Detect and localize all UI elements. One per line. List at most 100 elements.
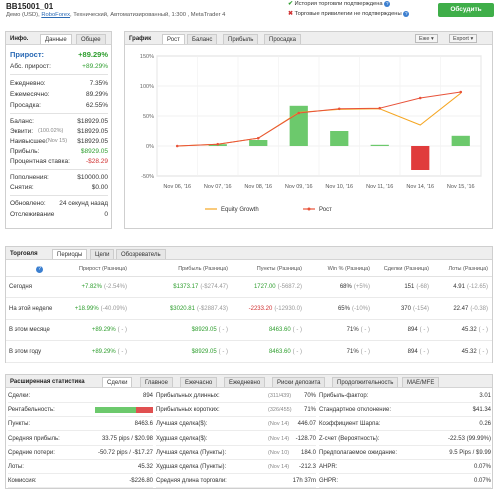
trading-row: На этой неделе +18.99% (-40.09%) $3020.81 (-…	[6, 299, 492, 320]
stats-note: (Nov 14)	[268, 464, 290, 470]
stats-value: 894	[142, 393, 153, 399]
trading-value-trades: 894	[407, 327, 418, 333]
x-tick-label: Nov 07, '16	[204, 184, 232, 190]
stats-row: Прибыльных длинных: (311/439) 70%	[156, 390, 316, 403]
trading-diff-win: ( - )	[360, 327, 370, 333]
trading-cell-growth: +89.29%( - )	[92, 327, 127, 333]
help-icon[interactable]: ?	[403, 11, 410, 17]
tab-deposit-risk[interactable]: Риски депозита	[272, 377, 326, 387]
stats-label: Прибыльных коротких:	[156, 407, 220, 414]
account-details: , Технический, Автоматизированный, 1:300…	[70, 12, 226, 18]
trading-cell-lots: 22.47 (-0.38)	[453, 306, 488, 312]
tab-info[interactable]: Инфо.	[6, 34, 32, 44]
tab-drawdown[interactable]: Просадка	[264, 34, 301, 44]
chevron-down-icon: ▾	[470, 36, 474, 42]
trading-cell-win: 71%( - )	[347, 349, 370, 355]
tab-goals[interactable]: Цели	[90, 249, 115, 259]
help-icon[interactable]: ?	[36, 266, 43, 273]
discuss-button[interactable]: Обсудить	[438, 3, 494, 17]
tab-summary[interactable]: Главное	[140, 377, 173, 387]
divider	[10, 195, 108, 196]
profitability-win-fill	[95, 407, 137, 414]
stats-value: 71%	[303, 407, 316, 414]
tab-mae-mfe[interactable]: MAE/MFE	[402, 377, 440, 387]
trading-cell-trades: 370 (-154)	[401, 306, 429, 312]
growth-value: +89.29%	[78, 50, 108, 59]
trading-cell-profit: $8929.05( - )	[192, 327, 228, 333]
col-win: Win % (Разница)	[327, 266, 370, 272]
tab-profit[interactable]: Прибыль	[223, 34, 259, 44]
tab-data[interactable]: Данные	[40, 34, 72, 44]
tab-daily[interactable]: Ежедневно	[224, 377, 266, 387]
trading-row-label: На этой неделе	[9, 305, 53, 312]
trading-value-win: 68%	[339, 284, 352, 290]
trading-value-growth: +7.82%	[81, 284, 102, 290]
stats-label: Коэффициент Шарпа:	[319, 421, 381, 428]
stats-value: 17h 37m	[292, 478, 316, 485]
info-tabbar: Инфо. Данные Общее	[6, 32, 111, 45]
profit-bar	[249, 140, 268, 146]
history-status: ✔ История торговли подтверждена ?	[288, 1, 391, 7]
trading-diff-pips: (-12930.0)	[274, 305, 302, 312]
trading-diff-trades: (-68)	[416, 284, 429, 290]
withdrawals-label: Снятия:	[10, 184, 34, 191]
trading-cell-win: 68% (+5%)	[340, 284, 370, 290]
trading-value-win: 71%	[346, 348, 359, 355]
stats-note: (Nov 10)	[268, 449, 290, 456]
stats-value: 45.32	[137, 464, 153, 470]
stats-value: -50.72 pips / -$17.27	[97, 449, 153, 456]
trading-diff-profit: (-$274.47)	[200, 284, 228, 290]
tab-hourly[interactable]: Ежечасно	[180, 377, 218, 387]
trading-value-win: 65%	[337, 305, 350, 312]
tab-trading[interactable]: Торговля	[6, 249, 42, 259]
trading-value-profit: $1373.17	[173, 284, 199, 290]
period-select[interactable]: Еже ▾	[415, 34, 438, 43]
broker-link[interactable]: RoboForex	[41, 12, 70, 18]
x-tick-label: Nov 10, '16	[325, 184, 353, 190]
chevron-down-icon: ▾	[430, 36, 434, 42]
trading-value-lots: 22.47	[453, 305, 469, 312]
y-tick-label: 0%	[146, 144, 154, 150]
stats-label: Z-счет (Вероятность):	[319, 435, 380, 442]
stats-value: 0.07%	[473, 478, 491, 485]
tab-general[interactable]: Общее	[76, 34, 106, 44]
drawdown-value: 62.55%	[85, 102, 108, 109]
trading-diff-win: (+5%)	[353, 284, 370, 290]
y-tick-label: 100%	[140, 84, 154, 90]
tab-chart[interactable]: График	[125, 34, 155, 44]
tab-growth[interactable]: Рост	[162, 34, 185, 44]
stats-row: Худшая сделка (Пункты): (Nov 14) -212.3	[156, 461, 316, 474]
interest-value: -$28.29	[85, 158, 108, 165]
tab-periods[interactable]: Периоды	[52, 249, 88, 259]
stats-label: Сделки:	[8, 393, 31, 399]
stats-row: Прибыль-фактор: 3.01	[319, 390, 491, 403]
trading-value-win: 71%	[346, 327, 359, 333]
export-button[interactable]: Export ▾	[449, 34, 478, 43]
monthly-value: 89.29%	[85, 91, 108, 98]
tab-balance[interactable]: Баланс	[187, 34, 218, 44]
trading-value-lots: 45.32	[461, 348, 477, 355]
trading-diff-growth: ( - )	[117, 348, 127, 355]
tab-duration[interactable]: Продолжительность	[332, 377, 399, 387]
stats-row: Лучшая сделка (Пункты): (Nov 10) 184.0	[156, 447, 316, 460]
trading-diff-lots: ( - )	[478, 348, 488, 355]
tracking-label: Отслеживание	[10, 211, 55, 218]
growth-point	[175, 144, 179, 148]
trading-cell-profit: $3020.81 (-$2887.43)	[170, 306, 228, 312]
tracking-value: 0	[104, 211, 108, 218]
stats-label: Худшая сделка($):	[156, 435, 208, 442]
stats-label: Прибыль-фактор:	[319, 393, 369, 399]
trading-row: В этом году +89.29%( - ) $8929.05( - ) 8463…	[6, 342, 492, 363]
tab-extended-stats[interactable]: Расширенная статистика	[6, 377, 89, 387]
trading-tabbar: Торговля Периоды Цели Обозреватель	[6, 247, 492, 260]
help-icon[interactable]: ?	[384, 1, 391, 7]
trading-diff-trades: (-154)	[412, 305, 429, 312]
stats-tabbar: Расширенная статистика Сделки Главное Еж…	[6, 375, 492, 388]
tab-trades[interactable]: Сделки	[102, 377, 133, 387]
trading-cell-win: 65% (-10%)	[338, 306, 370, 312]
export-button-label: Export	[453, 36, 469, 42]
tab-browser[interactable]: Обозреватель	[116, 249, 166, 259]
profit-bar	[370, 144, 389, 146]
trading-diff-pips: ( - )	[292, 348, 302, 355]
stats-value: 70%	[303, 393, 316, 399]
